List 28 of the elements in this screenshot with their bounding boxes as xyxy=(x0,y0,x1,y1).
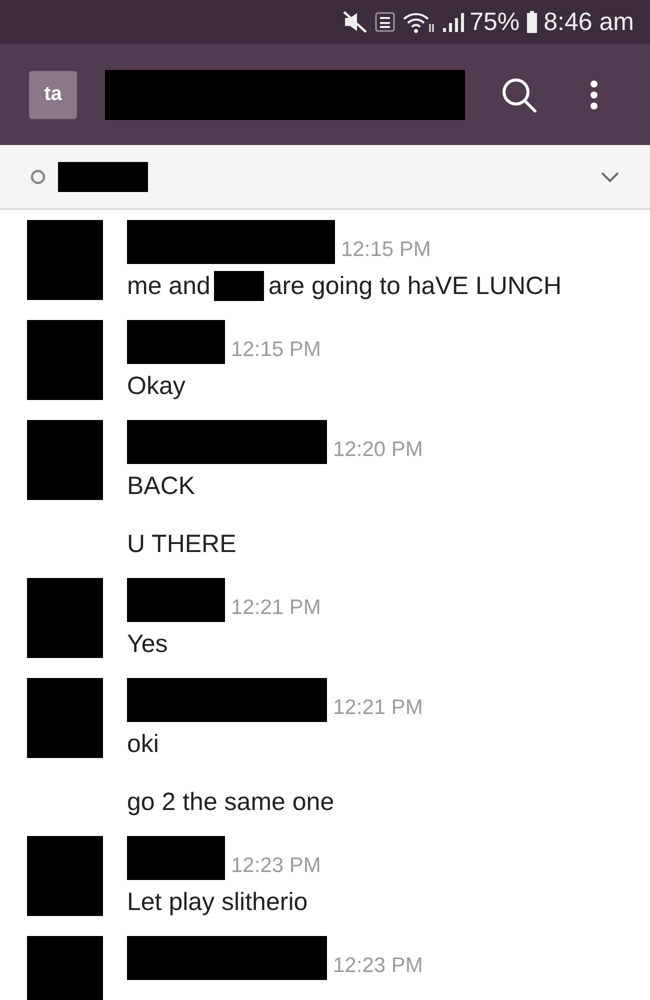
timestamp: 12:21 PM xyxy=(333,696,423,721)
timestamp: 12:15 PM xyxy=(341,238,431,263)
timestamp: 12:23 PM xyxy=(231,854,321,879)
mute-icon xyxy=(342,10,368,34)
message-text: BACK xyxy=(127,471,196,502)
timestamp: 12:20 PM xyxy=(333,438,423,463)
message-text: me and xyxy=(127,271,210,302)
message-text: Yes xyxy=(127,629,168,660)
volte-icon xyxy=(374,10,396,34)
workspace-button[interactable]: ta xyxy=(29,70,77,118)
chevron-down-icon[interactable] xyxy=(600,170,620,182)
redacted-word xyxy=(214,271,264,301)
clock-time: 8:46 am xyxy=(544,8,634,36)
message-text: go 2 the same one xyxy=(127,787,334,818)
signal-icon xyxy=(442,10,464,34)
wifi-icon xyxy=(402,10,436,34)
message-text: are going to haVE LUNCH xyxy=(268,271,562,302)
message-text: U THERE xyxy=(127,529,236,560)
battery-icon xyxy=(526,10,538,34)
channel-bar[interactable] xyxy=(0,145,650,210)
presence-icon xyxy=(30,168,46,184)
message-text: oki xyxy=(127,729,159,760)
timestamp: 12:15 PM xyxy=(231,338,321,363)
message-text: Okay xyxy=(127,371,186,402)
battery-percentage: 75% xyxy=(470,8,520,36)
message-text: Let play slitherio xyxy=(127,887,308,918)
timestamp: 12:23 PM xyxy=(333,954,423,979)
timestamp: 12:21 PM xyxy=(231,596,321,621)
